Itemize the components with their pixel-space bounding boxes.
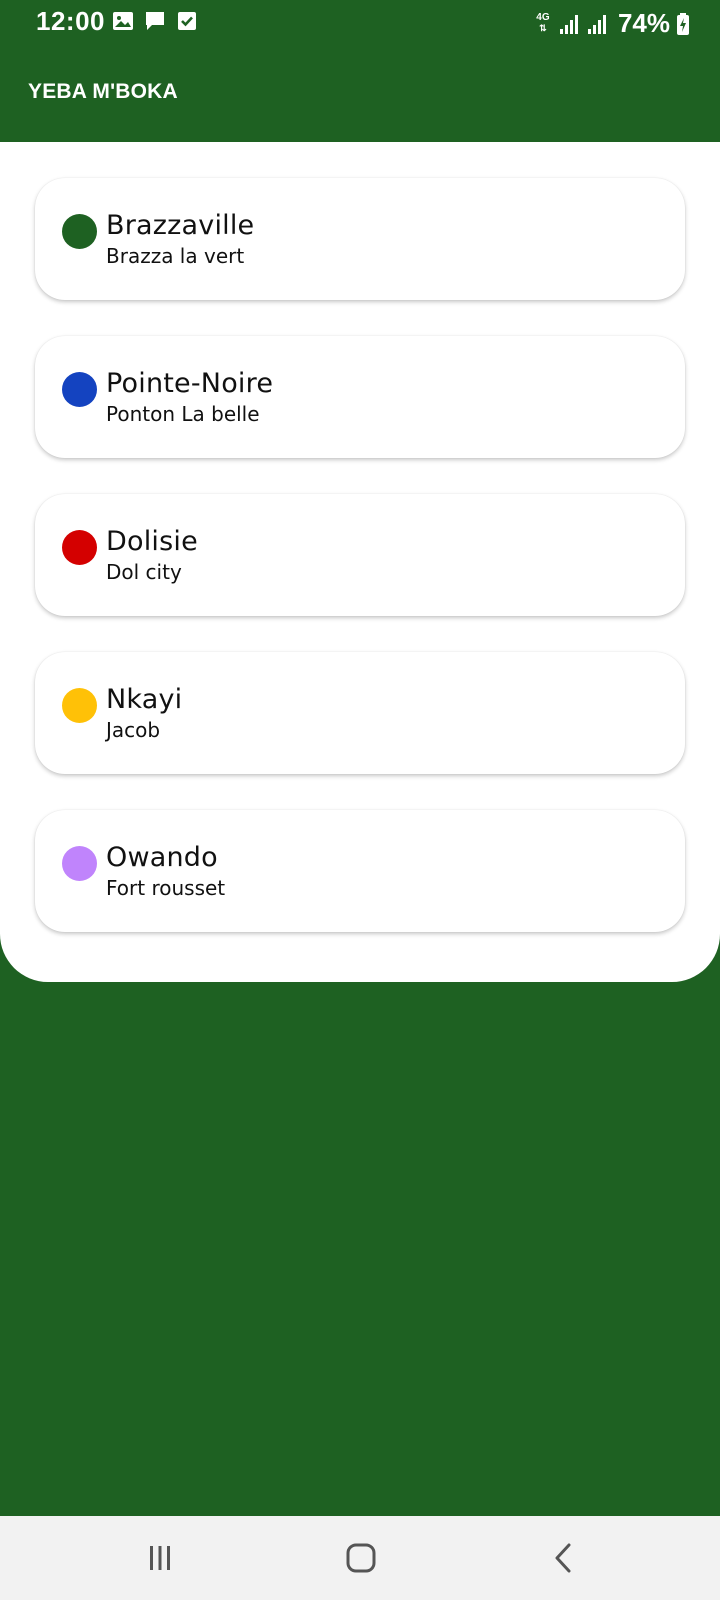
city-nickname: Ponton La belle — [106, 402, 260, 426]
app-bar: YEBA M'BOKA — [0, 46, 720, 142]
city-nickname: Fort rousset — [106, 876, 226, 900]
app-title: YEBA M'BOKA — [28, 80, 178, 103]
city-name: Nkayi — [106, 684, 183, 715]
checkbox-icon — [178, 12, 196, 30]
city-card-nkayi[interactable]: Nkayi Jacob — [35, 652, 685, 774]
recent-apps-icon — [150, 1546, 170, 1570]
network-type: 4G ⇅ — [536, 12, 550, 34]
city-card-owando[interactable]: Owando Fort rousset — [35, 810, 685, 932]
city-color-dot — [62, 846, 97, 881]
city-color-dot — [62, 530, 97, 565]
navigation-bar — [0, 1516, 720, 1600]
city-card-brazzaville[interactable]: Brazzaville Brazza la vert — [35, 178, 685, 300]
home-button[interactable] — [341, 1538, 381, 1578]
message-icon — [146, 12, 164, 30]
app-screen: 12:00 4G ⇅ 74% YEBA M'BOKA Brazzaville B… — [0, 0, 720, 1600]
recent-apps-button[interactable] — [140, 1538, 180, 1578]
back-icon — [555, 1543, 571, 1573]
city-name: Brazzaville — [106, 210, 255, 241]
city-card-dolisie[interactable]: Dolisie Dol city — [35, 494, 685, 616]
home-icon — [346, 1543, 376, 1573]
city-color-dot — [62, 372, 97, 407]
image-icon — [113, 12, 133, 30]
signal-icon — [587, 14, 606, 34]
city-name: Pointe-Noire — [106, 368, 274, 399]
city-nickname: Dol city — [106, 560, 182, 584]
city-color-dot — [62, 214, 97, 249]
system-icons: 4G ⇅ 74% — [534, 8, 690, 39]
city-nickname: Brazza la vert — [106, 244, 245, 268]
battery-percent: 74% — [617, 8, 670, 38]
status-bar: 12:00 4G ⇅ 74% — [0, 0, 720, 46]
notification-icons — [112, 10, 198, 32]
status-time: 12:00 — [36, 6, 105, 36]
city-list: Brazzaville Brazza la vert Pointe-Noire … — [35, 178, 685, 968]
back-button[interactable] — [543, 1538, 583, 1578]
city-card-pointe-noire[interactable]: Pointe-Noire Ponton La belle — [35, 336, 685, 458]
city-nickname: Jacob — [106, 718, 161, 742]
city-name: Dolisie — [106, 526, 198, 557]
battery-charging-icon — [677, 12, 689, 35]
city-name: Owando — [106, 842, 218, 873]
content-panel: Brazzaville Brazza la vert Pointe-Noire … — [0, 142, 720, 982]
signal-icon — [559, 14, 578, 34]
city-color-dot — [62, 688, 97, 723]
